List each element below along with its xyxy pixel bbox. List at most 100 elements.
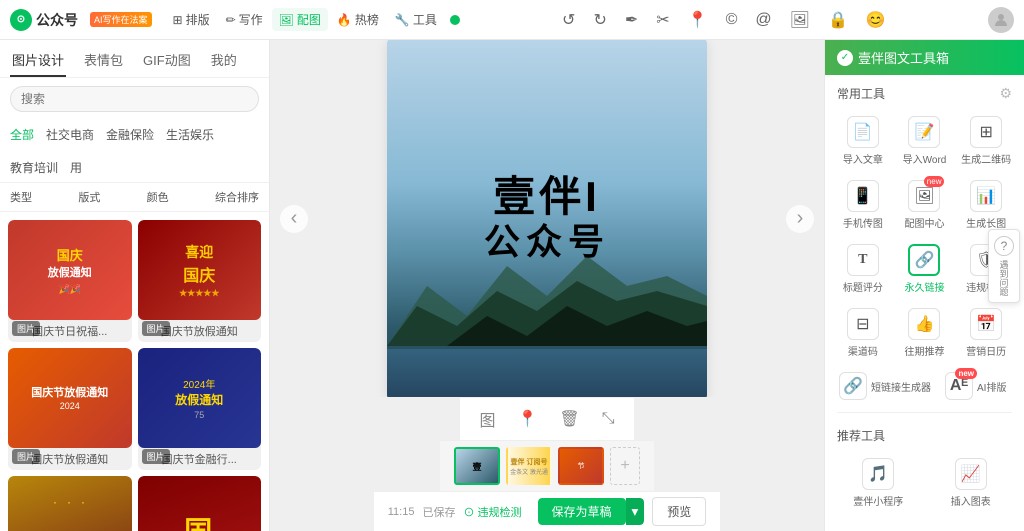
tool-growth-map[interactable]: 📊 生成长图 [956, 174, 1016, 236]
canvas-text-line2: 公众号 [484, 220, 610, 263]
tool-title-eval[interactable]: T 标题评分 [833, 238, 893, 300]
help-float-btn[interactable]: ? 遇到问题 [988, 229, 1020, 303]
tool-channel-code[interactable]: ⊟ 渠道码 [833, 302, 893, 364]
filter-layout[interactable]: 版式 [78, 189, 100, 205]
insert-chart-icon: 📈 [955, 458, 987, 490]
canvas-bottom-toolbar: 图 📍 🗑 ⤡ [460, 397, 633, 440]
compliance-btn[interactable]: ⊙ 违规检测 [463, 504, 521, 520]
canvas-icon-location[interactable]: 📍 [514, 406, 540, 432]
filter-type[interactable]: 类型 [10, 189, 32, 205]
tool-gen-qrcode[interactable]: ⊞ 生成二维码 [956, 110, 1016, 172]
tool-label: 导入Word [903, 151, 947, 166]
cat-edu[interactable]: 教育培训 [10, 157, 58, 178]
canvas-thumb-2[interactable]: 壹伴 订阅号 金条文 激光通 [506, 447, 552, 485]
tool-shortlink-gen[interactable]: 🔗 短链接生成器 [833, 368, 937, 404]
center-tools: ↺ ↻ ✒ ✂ 📍 © @ 🖼 🔒 😊 [468, 8, 980, 32]
settings-icon[interactable]: ⚙ [999, 85, 1012, 102]
tab-emoji[interactable]: 表情包 [82, 44, 125, 77]
search-input[interactable] [10, 86, 259, 112]
import-article-icon: 📄 [847, 116, 879, 148]
nav-toolbar: ⊞ 排版 ✏ 写作 🖼 配图 🔥 热榜 🔧 工具 [166, 8, 460, 31]
preview-btn[interactable]: 预览 [652, 497, 706, 526]
channel-code-icon: ⊟ [847, 308, 879, 340]
cat-life[interactable]: 生活娱乐 [166, 124, 214, 145]
tool-marketing-cal[interactable]: 📅 营销日历 [956, 302, 1016, 364]
cat-finance[interactable]: 金融保险 [106, 124, 154, 145]
scissors-icon[interactable]: ✂ [652, 8, 673, 32]
image-grid: 国庆 放假通知 🎉🎉 图片 国庆节日祝福... 喜迎 国庆 ★★★★★ 图片 国… [0, 212, 269, 531]
recommend-tools-grid: 🎵 壹伴小程序 📈 插入图表 [825, 448, 1024, 518]
canvas-add-thumb-btn[interactable]: + [610, 447, 640, 485]
redo-icon[interactable]: ↻ [589, 8, 610, 32]
tool-import-word[interactable]: 📝 导入Word [895, 110, 955, 172]
canvas-prev-btn[interactable]: ‹ [280, 205, 308, 233]
canvas-icon-expand[interactable]: ⤡ [599, 407, 618, 431]
tool-mobile-preview[interactable]: 📱 手机传图 [833, 174, 893, 236]
mobile-preview-icon: 📱 [847, 180, 879, 212]
search-bar [0, 78, 269, 120]
nav-gongju[interactable]: 🔧 工具 [388, 8, 444, 31]
gen-qrcode-icon: ⊞ [970, 116, 1002, 148]
tool-label: 营销日历 [966, 343, 1006, 358]
save-dropdown-btn[interactable]: ▾ [626, 498, 645, 525]
tool-mini-program[interactable]: 🎵 壹伴小程序 [833, 452, 924, 514]
tool-ai-typeset[interactable]: Aᴱnew AI排版 [939, 368, 1016, 404]
tool-perm-link[interactable]: 🔗 永久链接 [895, 238, 955, 300]
canvas-scroll: ‹ 壹伴I 公众号 › [270, 40, 824, 397]
tool-import-article[interactable]: 📄 导入文章 [833, 110, 893, 172]
paiban-icon: ⊞ [173, 13, 183, 27]
tool-trending[interactable]: 👍 往期推荐 [895, 302, 955, 364]
card-guoqing2: 喜迎 国庆 ★★★★★ [138, 220, 262, 320]
emoji-icon[interactable]: 😊 [862, 8, 890, 32]
nav-xiezuo[interactable]: ✏ 写作 [219, 8, 270, 31]
canvas-water [387, 349, 707, 398]
canvas-icon-delete[interactable]: 🗑 [556, 406, 582, 432]
right-panel-header: ✓ 壹伴图文工具箱 [825, 40, 1024, 75]
tool-label: 插入图表 [951, 493, 991, 508]
canvas-icon-image[interactable]: 图 [476, 404, 498, 434]
save-draft-btn[interactable]: 保存为草稿 [538, 498, 626, 525]
tool-label: 渠道码 [848, 343, 878, 358]
nav-peihu[interactable]: 🖼 配图 [272, 8, 328, 31]
status-time: 11:15 [388, 506, 415, 518]
user-avatar[interactable] [988, 7, 1014, 33]
filter-color[interactable]: 颜色 [147, 189, 169, 205]
tab-mine[interactable]: 我的 [209, 44, 239, 77]
pin-icon[interactable]: 📍 [684, 8, 712, 32]
nav-rebang[interactable]: 🔥 热榜 [330, 8, 386, 31]
shortlink-gen-icon: 🔗 [839, 372, 867, 400]
nav-paiban[interactable]: ⊞ 排版 [166, 8, 217, 31]
lock-icon[interactable]: 🔒 [824, 8, 852, 32]
xiezuo-icon: ✏ [226, 13, 236, 27]
tab-gif[interactable]: GIF动图 [141, 44, 193, 77]
pen-icon[interactable]: ✒ [621, 8, 642, 32]
cat-all[interactable]: 全部 [10, 124, 34, 145]
image-icon[interactable]: 🖼 [786, 8, 814, 32]
copyright-icon[interactable]: © [722, 9, 742, 31]
new-badge: new [924, 176, 945, 187]
canvas-next-btn[interactable]: › [786, 205, 814, 233]
tab-image-design[interactable]: 图片设计 [10, 44, 66, 77]
canvas-thumb-1[interactable]: 壹 [454, 447, 500, 485]
cat-more[interactable]: 用 [70, 157, 82, 178]
list-item[interactable]: 2024年 放假通知 75 图片 国庆节金融行... [138, 348, 262, 470]
tool-insert-chart[interactable]: 📈 插入图表 [926, 452, 1017, 514]
growth-map-icon: 📊 [970, 180, 1002, 212]
import-word-icon: 📝 [908, 116, 940, 148]
cat-social[interactable]: 社交电商 [46, 124, 94, 145]
tool-config-center[interactable]: 🖼new 配图中心 [895, 174, 955, 236]
undo-icon[interactable]: ↺ [558, 8, 579, 32]
at-icon[interactable]: @ [751, 9, 775, 31]
list-item[interactable]: 国庆 放假通知 🎉🎉 图片 国庆节日祝福... [8, 220, 132, 342]
rebang-icon: 🔥 [337, 13, 352, 27]
list-item[interactable]: 国庆节放假通知2024 图片 国庆节放假通知 [8, 348, 132, 470]
list-item[interactable]: 喜迎 国庆 ★★★★★ 图片 国庆节放假通知 [138, 220, 262, 342]
sort-selector[interactable]: 综合排序 [215, 189, 259, 205]
canvas-text-line1: 壹伴I [484, 174, 610, 220]
status-saved: 已保存 [422, 504, 455, 520]
tool-label: 配图中心 [904, 215, 944, 230]
list-item[interactable]: 国 庆 75周年 图片 [138, 476, 262, 531]
canvas-thumb-3[interactable]: 节 [558, 447, 604, 485]
list-item[interactable]: · · · CHINA 国 庆 图片 [8, 476, 132, 531]
mini-program-icon: 🎵 [862, 458, 894, 490]
